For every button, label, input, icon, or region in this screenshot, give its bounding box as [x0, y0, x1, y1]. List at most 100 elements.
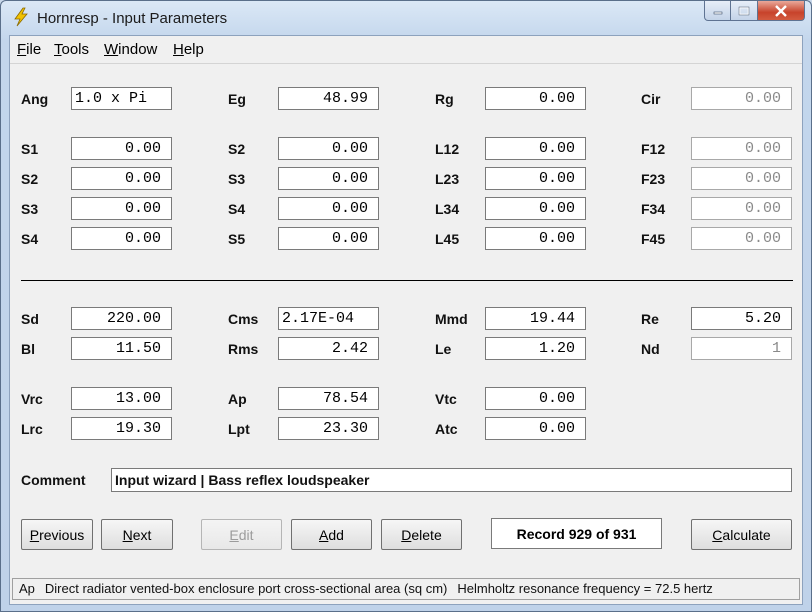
menu-bar: File Tools Window Help	[10, 36, 802, 64]
param-field-f34-r4[interactable]: 0.00	[691, 197, 792, 220]
param-field-s3-r4[interactable]: 0.00	[71, 197, 172, 220]
add-button-label: Add	[319, 526, 344, 543]
param-label-cms-r6: Cms	[228, 311, 259, 327]
param-field-s3-r3[interactable]: 0.00	[278, 167, 379, 190]
param-label-s4-r4: S4	[228, 201, 246, 217]
param-label-mmd-r6: Mmd	[435, 311, 468, 327]
param-label-lpt-r9: Lpt	[228, 421, 250, 437]
menu-tools-mnemonic: T	[54, 41, 62, 58]
param-field-ang-r1[interactable]: 1.0 x Pi	[71, 87, 172, 110]
param-field-s4-r5[interactable]: 0.00	[71, 227, 172, 250]
param-field-ap-r8[interactable]: 78.54	[278, 387, 379, 410]
delete-button[interactable]: Delete	[381, 519, 462, 550]
maximize-button[interactable]	[731, 1, 758, 21]
edit-button[interactable]: Edit	[201, 519, 282, 550]
menu-window-rest: indow	[118, 41, 158, 58]
previous-button-label: Previous	[29, 526, 85, 543]
menu-file-rest: ile	[26, 41, 42, 58]
param-label-eg-r1: Eg	[228, 91, 246, 107]
param-label-f12-r2: F12	[641, 141, 666, 157]
lightning-bolt-icon	[14, 7, 28, 27]
param-label-l12-r2: L12	[435, 141, 460, 157]
param-label-lrc-r9: Lrc	[21, 421, 43, 437]
menu-help-rest: elp	[183, 41, 204, 58]
param-field-le-r7[interactable]: 1.20	[485, 337, 586, 360]
param-field-s2-r2[interactable]: 0.00	[278, 137, 379, 160]
param-field-s5-r5[interactable]: 0.00	[278, 227, 379, 250]
param-field-atc-r9[interactable]: 0.00	[485, 417, 586, 440]
menu-tools[interactable]: Tools	[54, 41, 89, 58]
record-indicator: Record 929 of 931	[491, 518, 662, 549]
param-label-sd-r6: Sd	[21, 311, 39, 327]
param-field-s1-r2[interactable]: 0.00	[71, 137, 172, 160]
title-bar[interactable]: Hornresp - Input Parameters	[1, 1, 811, 35]
status-bar: Ap Direct radiator vented-box enclosure p…	[12, 578, 800, 600]
next-button[interactable]: Next	[101, 519, 173, 550]
section-divider	[21, 280, 793, 281]
param-field-rms-r7[interactable]: 2.42	[278, 337, 379, 360]
param-field-re-r6[interactable]: 5.20	[691, 307, 792, 330]
comment-field[interactable]: Input wizard | Bass reflex loudspeaker	[111, 468, 792, 492]
param-label-ang-r1: Ang	[21, 91, 49, 107]
param-label-s2-r2: S2	[228, 141, 246, 157]
param-label-s2-r3: S2	[21, 171, 39, 187]
param-field-l12-r2[interactable]: 0.00	[485, 137, 586, 160]
menu-window-mnemonic: W	[104, 41, 119, 58]
calculate-button-label: Calculate	[712, 526, 771, 543]
param-label-vtc-r8: Vtc	[435, 391, 457, 407]
param-field-rg-r1[interactable]: 0.00	[485, 87, 586, 110]
param-label-rms-r7: Rms	[228, 341, 259, 357]
menu-help-mnemonic: H	[173, 41, 184, 58]
param-label-vrc-r8: Vrc	[21, 391, 43, 407]
param-label-s4-r5: S4	[21, 231, 39, 247]
param-field-bl-r7[interactable]: 11.50	[71, 337, 172, 360]
param-field-l45-r5[interactable]: 0.00	[485, 227, 586, 250]
param-label-f45-r5: F45	[641, 231, 666, 247]
status-extra: Helmholtz resonance frequency = 72.5 her…	[457, 581, 713, 596]
param-field-s2-r3[interactable]: 0.00	[71, 167, 172, 190]
param-label-re-r6: Re	[641, 311, 659, 327]
add-button[interactable]: Add	[291, 519, 372, 550]
param-field-lpt-r9[interactable]: 23.30	[278, 417, 379, 440]
maximize-icon	[738, 6, 750, 15]
close-icon	[775, 4, 787, 17]
param-label-nd-r7: Nd	[641, 341, 660, 357]
minimize-button[interactable]	[704, 1, 731, 21]
param-field-vtc-r8[interactable]: 0.00	[485, 387, 586, 410]
param-field-mmd-r6[interactable]: 19.44	[485, 307, 586, 330]
window-title: Hornresp - Input Parameters	[37, 10, 228, 27]
param-field-eg-r1[interactable]: 48.99	[278, 87, 379, 110]
param-field-lrc-r9[interactable]: 19.30	[71, 417, 172, 440]
menu-tools-rest: ools	[61, 41, 90, 58]
param-field-cir-r1[interactable]: 0.00	[691, 87, 792, 110]
menu-window[interactable]: Window	[104, 41, 157, 58]
param-label-l45-r5: L45	[435, 231, 460, 247]
calculate-button[interactable]: Calculate	[691, 519, 792, 550]
menu-file[interactable]: File	[17, 41, 41, 58]
delete-button-label: Delete	[401, 526, 442, 543]
param-field-sd-r6[interactable]: 220.00	[71, 307, 172, 330]
param-label-f34-r4: F34	[641, 201, 666, 217]
param-field-nd-r7[interactable]: 1	[691, 337, 792, 360]
param-label-s5-r5: S5	[228, 231, 246, 247]
param-label-bl-r7: Bl	[21, 341, 35, 357]
param-label-l34-r4: L34	[435, 201, 460, 217]
close-button[interactable]	[758, 1, 805, 21]
param-label-s1-r2: S1	[21, 141, 39, 157]
next-button-label: Next	[122, 526, 152, 543]
param-field-s4-r4[interactable]: 0.00	[278, 197, 379, 220]
window-controls	[704, 1, 805, 22]
param-label-s3-r4: S3	[21, 201, 39, 217]
param-field-f45-r5[interactable]: 0.00	[691, 227, 792, 250]
param-field-l23-r3[interactable]: 0.00	[485, 167, 586, 190]
param-field-l34-r4[interactable]: 0.00	[485, 197, 586, 220]
param-field-f12-r2[interactable]: 0.00	[691, 137, 792, 160]
param-field-f23-r3[interactable]: 0.00	[691, 167, 792, 190]
edit-button-label: Edit	[229, 526, 254, 543]
param-label-cir-r1: Cir	[641, 91, 661, 107]
previous-button[interactable]: Previous	[21, 519, 93, 550]
menu-help[interactable]: Help	[173, 41, 204, 58]
param-field-cms-r6[interactable]: 2.17E-04	[278, 307, 379, 330]
app-window: Hornresp - Input Parameters File Tools W…	[0, 0, 812, 612]
param-field-vrc-r8[interactable]: 13.00	[71, 387, 172, 410]
